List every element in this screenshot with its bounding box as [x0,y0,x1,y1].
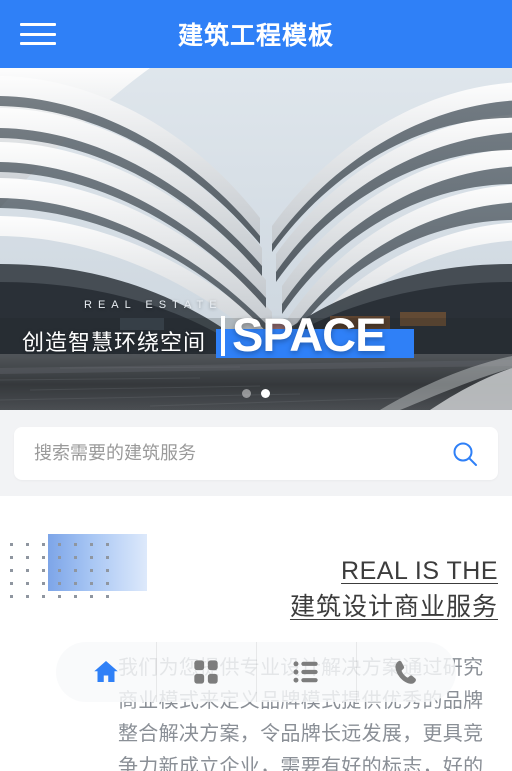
dot-grid-pattern [10,543,109,598]
nav-item-home[interactable] [56,642,156,702]
home-icon[interactable] [91,657,121,687]
phone-icon[interactable] [392,658,421,687]
hamburger-line [20,42,56,45]
carousel-dot-1[interactable] [242,389,251,398]
bottom-navigation-bar [56,642,456,702]
heading-english: REAL IS THE [341,557,498,585]
hamburger-menu-icon[interactable] [20,20,56,48]
heading-chinese: 建筑设计商业服务 [289,592,498,621]
search-bar[interactable] [14,427,498,480]
hero-text-block: REAL ESTATE 创造智慧环绕空间 SPACE [22,299,415,361]
nav-item-phone[interactable] [356,642,456,702]
hero-carousel[interactable]: REAL ESTATE 创造智慧环绕空间 SPACE [0,68,512,410]
section-headings: REAL IS THE 建筑设计商业服务 [290,554,498,625]
grid-icon[interactable] [192,658,220,686]
hamburger-line [20,32,56,36]
decorative-graphic [0,534,200,604]
page-title: 建筑工程模板 [177,22,334,50]
app-header: 建筑工程模板 [0,0,512,68]
carousel-dot-2[interactable] [261,389,270,398]
search-icon[interactable] [450,439,480,469]
carousel-indicator [0,389,512,398]
hero-headline: SPACE [232,307,386,361]
nav-item-list[interactable] [256,642,356,702]
nav-item-categories[interactable] [156,642,256,702]
hero-subtitle: 创造智慧环绕空间 [22,330,207,355]
mobile-app-screen: 建筑工程模板 REAL ESTATE 创造智慧环绕空间 SPACE 搜索需要的建… [0,0,512,771]
hamburger-line [20,23,56,26]
search-input[interactable] [34,443,450,464]
list-icon[interactable] [292,658,320,686]
search-section [0,410,512,496]
content-section: REAL IS THE 建筑设计商业服务 我们为您提供专业设计解决方案通过研究商… [0,496,512,771]
